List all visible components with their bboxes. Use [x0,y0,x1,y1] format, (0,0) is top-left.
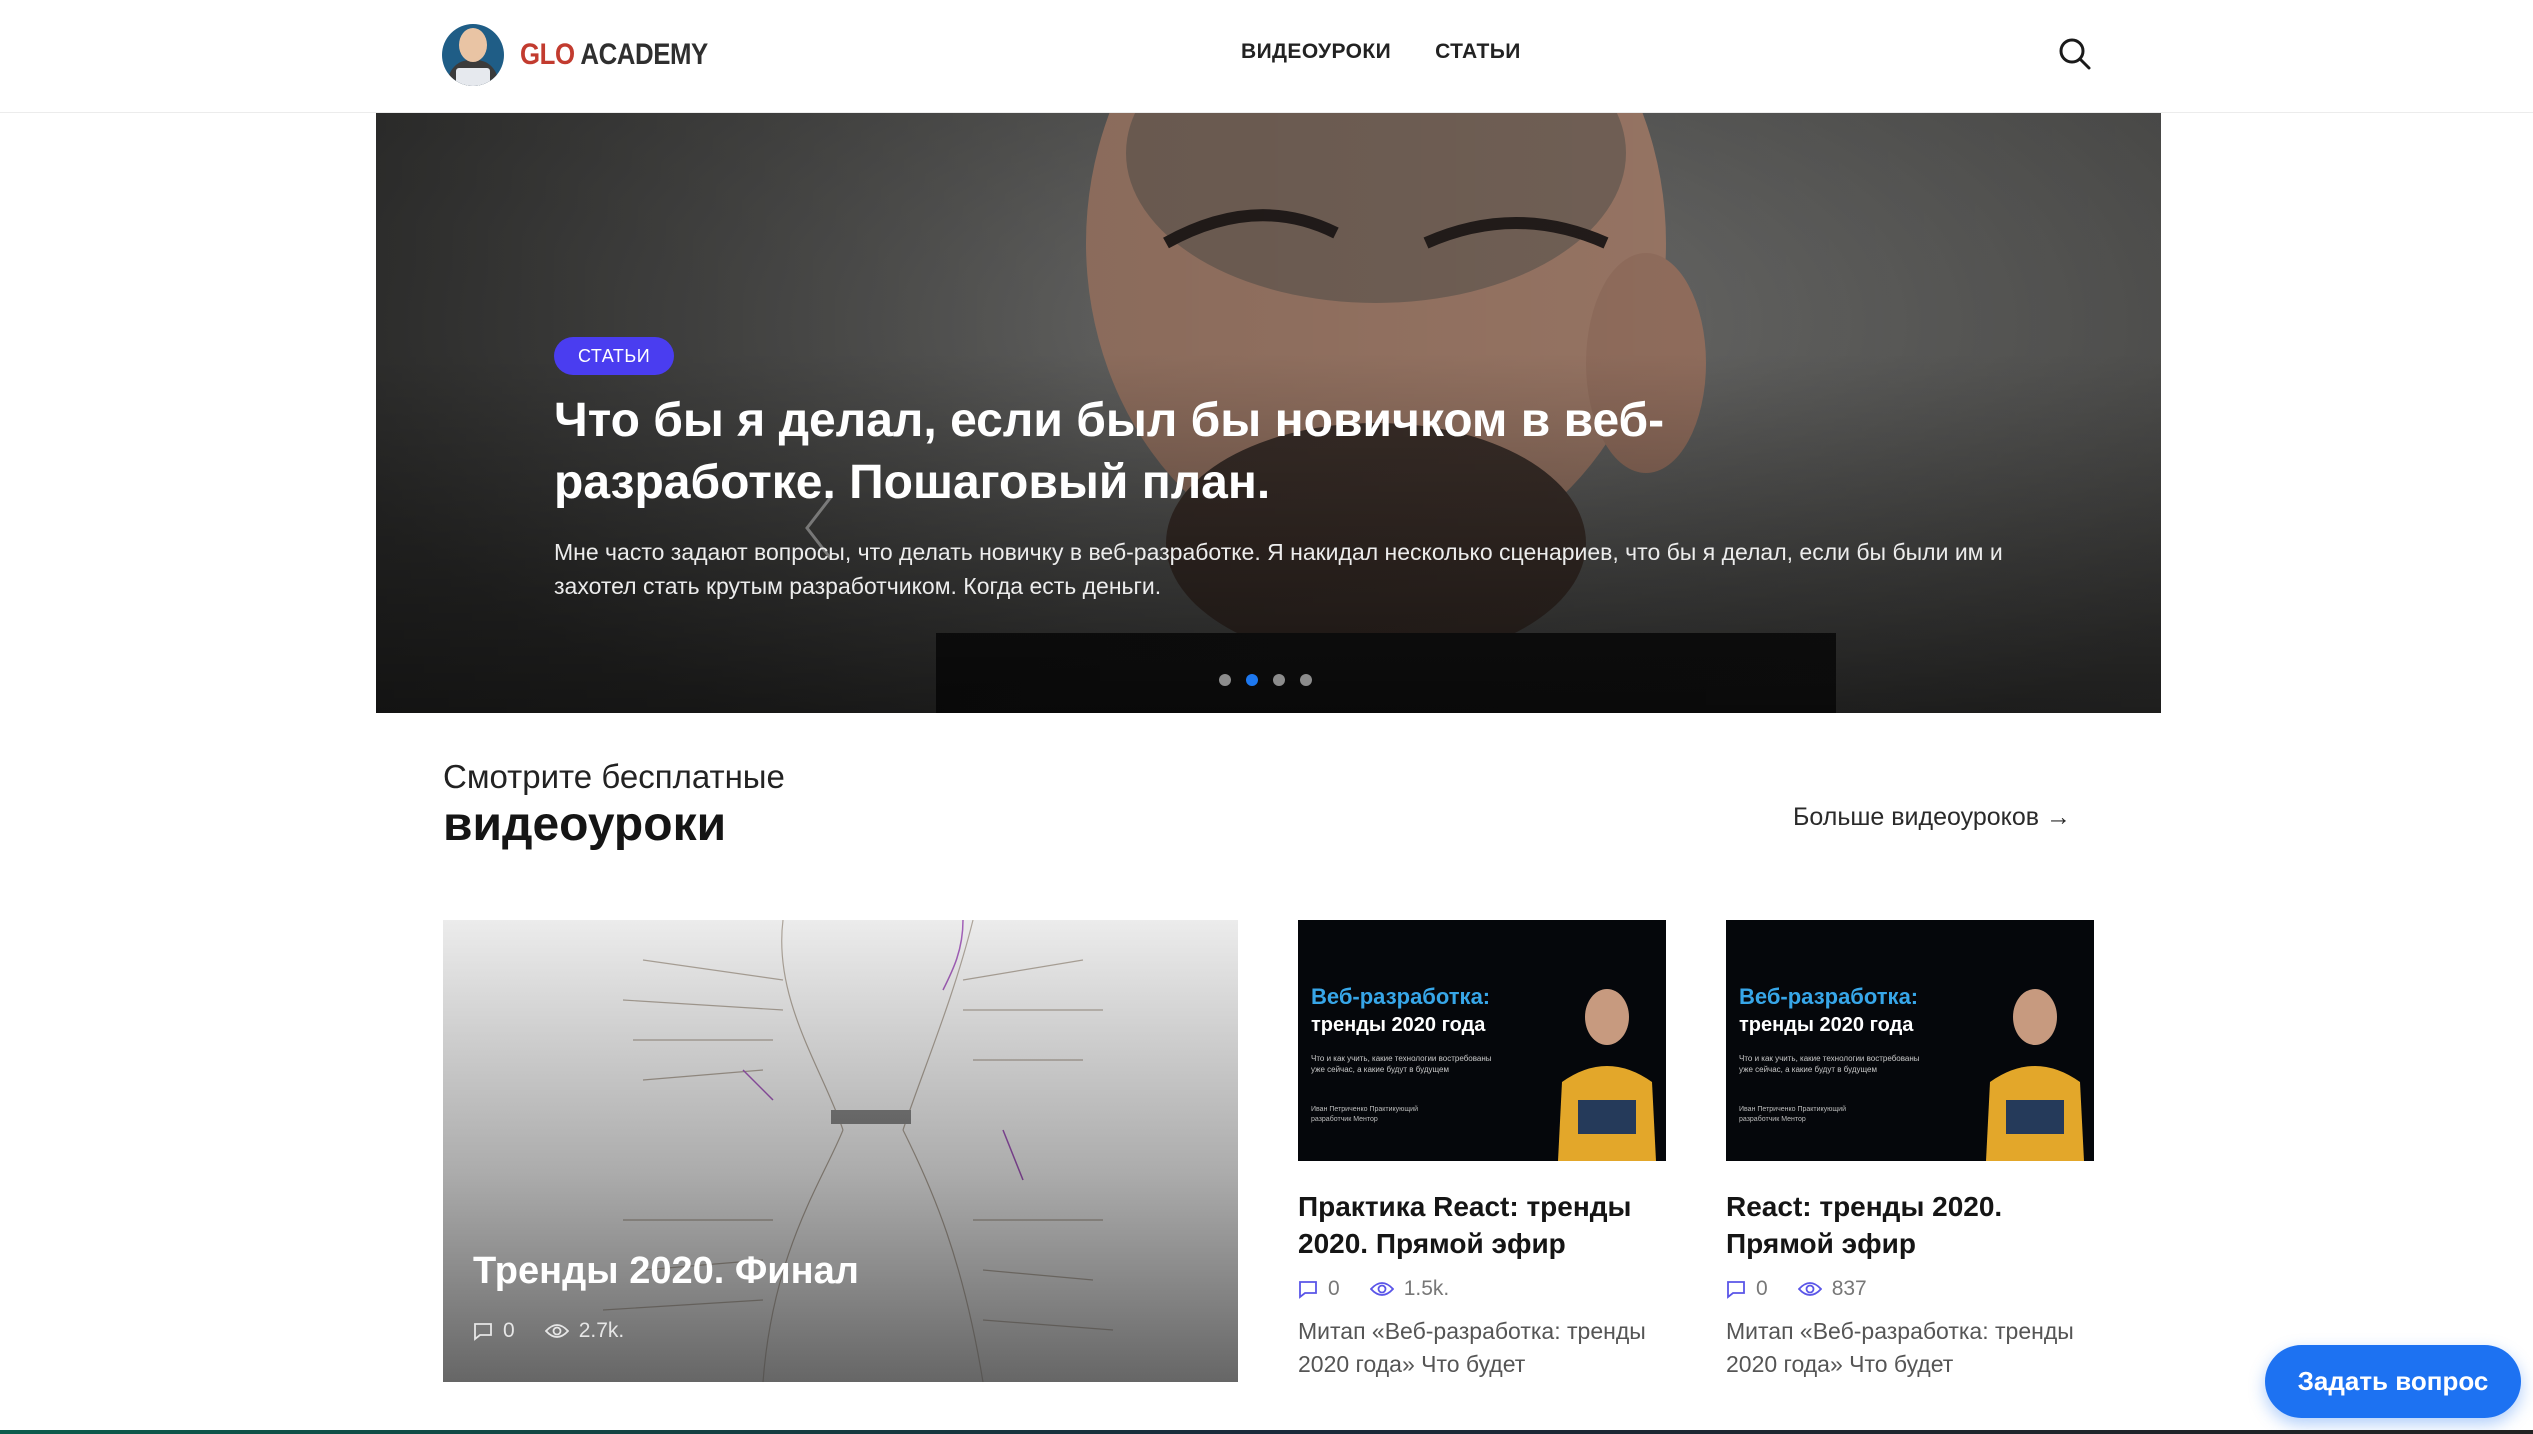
presenter-image [1558,989,1656,1161]
bottom-edge [0,1430,2533,1434]
nav-item-articles[interactable]: СТАТЬИ [1435,40,1521,64]
eye-icon [544,1324,569,1338]
thumbnail-text: Что и как учить, какие технологии востре… [1311,1054,1492,1074]
presenter-image [1986,989,2084,1161]
ask-question-button[interactable]: Задать вопрос [2265,1345,2521,1418]
comment-icon [1727,1281,1745,1299]
featured-video-title[interactable]: Тренды 2020. Финал [473,1250,859,1293]
video-title[interactable]: React: тренды 2020. Прямой эфир [1726,1188,2094,1262]
search-icon [2059,38,2091,70]
logo-avatar-icon [442,24,504,86]
featured-video-meta: 0 2.7k. [473,1319,624,1343]
site-header: GLO ACADEMY ВИДЕОУРОКИ СТАТЬИ [0,0,2533,113]
section-title: видеоуроки [443,798,727,851]
main-nav: ВИДЕОУРОКИ СТАТЬИ [1241,40,1521,64]
video-thumbnail[interactable]: Веб-разработка: тренды 2020 года Что и к… [1298,920,1666,1161]
comments-count: 0 [1756,1277,1768,1300]
hero-slider[interactable]: СТАТЬИ Что бы я делал, если был бы нович… [376,113,2161,713]
video-card[interactable]: Веб-разработка: тренды 2020 года Что и к… [1726,920,2094,1381]
comments-count: 0 [1328,1277,1340,1300]
views-count: 1.5k. [1403,1277,1450,1300]
video-card[interactable]: Веб-разработка: тренды 2020 года Что и к… [1298,920,1666,1381]
video-description: Митап «Веб-разработка: тренды 2020 года»… [1298,1318,1646,1377]
thumbnail-author: Иван Петриченко Практикующий разработчик… [1311,1106,1419,1123]
logo[interactable]: GLO ACADEMY [442,24,738,86]
featured-video-card[interactable]: Тренды 2020. Финал [443,920,1238,1382]
logo-text: GLO ACADEMY [520,38,708,71]
eye-icon [1797,1282,1822,1296]
card-overlay [443,920,1238,1382]
views-count: 837 [1831,1277,1867,1300]
nav-item-videos[interactable]: ВИДЕОУРОКИ [1241,40,1391,64]
slider-dot[interactable] [1300,674,1312,686]
thumbnail-subheading: тренды 2020 года [1311,1014,1486,1036]
search-button[interactable] [2057,36,2093,72]
video-meta: 0 1.5k. [1298,1277,1666,1301]
thumbnail-heading: Веб-разработка: [1311,984,1491,1009]
more-videos-link[interactable]: Больше видеоуроков → [1793,803,2071,832]
comments-count: 0 [503,1319,515,1342]
comment-icon [1299,1281,1317,1299]
thumbnail-author: Иван Петриченко Практикующий разработчик… [1739,1106,1847,1123]
slider-dot[interactable] [1273,674,1285,686]
hero-description: Мне часто задают вопросы, что делать нов… [554,539,2003,599]
video-description: Митап «Веб-разработка: тренды 2020 года»… [1726,1318,2074,1377]
hero-category-badge[interactable]: СТАТЬИ [554,337,675,375]
thumbnail-heading: Веб-разработка: [1739,984,1919,1009]
slider-dot[interactable] [1246,674,1258,686]
video-thumbnail[interactable]: Веб-разработка: тренды 2020 года Что и к… [1726,920,2094,1161]
thumbnail-text: Что и как учить, какие технологии востре… [1739,1054,1920,1074]
hero-title[interactable]: Что бы я делал, если был бы новичком в в… [554,390,1854,514]
video-meta: 0 837 [1726,1277,2094,1301]
slider-dot[interactable] [1219,674,1231,686]
video-title[interactable]: Практика React: тренды 2020. Прямой эфир [1298,1188,1666,1262]
slider-pagination [1219,674,1312,686]
section-subtitle: Смотрите бесплатные [443,758,785,795]
comment-icon [474,1323,492,1341]
eye-icon [1369,1282,1394,1296]
thumbnail-subheading: тренды 2020 года [1739,1014,1914,1036]
views-count: 2.7k. [578,1319,625,1342]
